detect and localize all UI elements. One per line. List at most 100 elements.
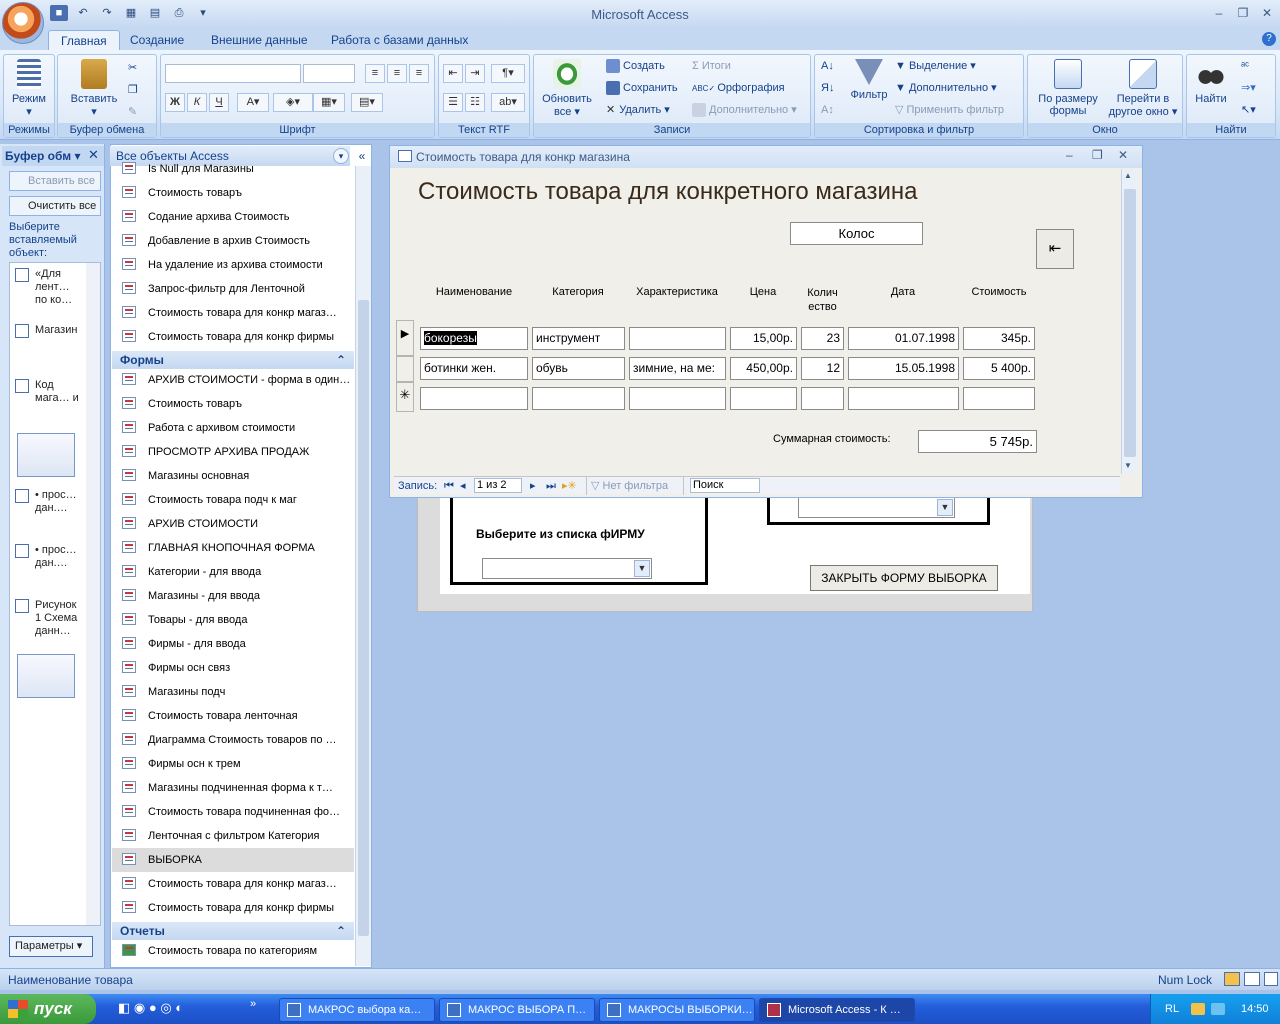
nav-form-item[interactable]: Категории - для ввода — [112, 560, 354, 584]
nav-form-item[interactable]: Работа с архивом стоимости — [112, 416, 354, 440]
prev-record-icon[interactable]: ◂ — [460, 477, 466, 495]
clipboard-thumbnail[interactable] — [17, 654, 75, 698]
record-position-field[interactable]: 1 из 2 — [474, 478, 522, 493]
nav-form-item[interactable]: Магазины подч — [112, 680, 354, 704]
field-qty-new[interactable] — [801, 387, 844, 410]
nav-query-item[interactable]: Стоимость товаръ — [112, 181, 354, 205]
form-view-icon[interactable] — [1224, 972, 1240, 986]
fit-to-form-button[interactable]: По размеру формы — [1032, 57, 1104, 117]
nav-scrollbar[interactable] — [355, 166, 371, 966]
nav-form-item[interactable]: Фирмы - для ввода — [112, 632, 354, 656]
nav-scroll-thumb[interactable] — [358, 300, 369, 936]
office-button[interactable] — [2, 2, 44, 44]
taskbar-button[interactable]: МАКРОС выбора ка… — [279, 998, 435, 1022]
selection-button[interactable]: ▼ Выделение ▾ — [895, 57, 976, 75]
options-button[interactable]: Параметры ▾ — [9, 936, 93, 957]
new-record-button[interactable]: Создать — [606, 57, 665, 75]
filter-button[interactable]: Фильтр — [845, 57, 893, 101]
highlight-icon[interactable]: ab▾ — [491, 93, 525, 112]
field-price[interactable]: 15,00р. — [730, 327, 797, 350]
taskbar-button-active[interactable]: Microsoft Access - К … — [759, 998, 915, 1022]
scroll-thumb[interactable] — [1124, 189, 1136, 457]
field-category[interactable]: инструмент — [532, 327, 625, 350]
paste-button[interactable]: Вставить ▾ — [64, 57, 124, 118]
nav-section-reports[interactable]: Отчеты ⌃ — [112, 922, 354, 940]
exit-form-button[interactable]: ⇤ — [1036, 229, 1074, 269]
totals-button[interactable]: Σ Итоги — [692, 57, 731, 75]
nav-form-item[interactable]: Ленточная с фильтром Категория — [112, 824, 354, 848]
paragraph-icon[interactable]: ¶▾ — [491, 64, 525, 83]
nav-form-item[interactable]: Товары - для ввода — [112, 608, 354, 632]
nav-form-item[interactable]: Стоимость товара для конкр фирмы — [112, 896, 354, 920]
collapse-icon[interactable]: ⌃ — [336, 351, 346, 369]
first-record-icon[interactable]: ⏮ — [444, 477, 454, 495]
bullets-icon[interactable]: ☷ — [465, 93, 485, 112]
nav-form-item[interactable]: Магазины основная — [112, 464, 354, 488]
sort-desc-icon[interactable]: Я↓ — [821, 79, 834, 97]
font-size-combo[interactable] — [303, 64, 355, 83]
nav-report-item[interactable]: Стоимость товара по категориям — [112, 939, 354, 963]
last-record-icon[interactable]: ⏭ — [546, 477, 556, 495]
minimize-icon[interactable]: – — [1208, 6, 1230, 22]
clipboard-scrollbar[interactable] — [86, 263, 100, 925]
nav-form-item[interactable]: ГЛАВНАЯ КНОПОЧНАЯ ФОРМА — [112, 536, 354, 560]
form-scrollbar[interactable]: ▲ ▼ — [1121, 169, 1138, 474]
form-close-icon[interactable]: ✕ — [1118, 148, 1128, 162]
italic-icon[interactable]: К — [187, 93, 207, 112]
field-name[interactable]: ботинки жен. — [420, 357, 528, 380]
shutter-bar-icon[interactable]: « — [353, 146, 371, 166]
quick-launch-more-icon[interactable]: » — [250, 998, 256, 1010]
nav-query-item[interactable]: Is Null для Магазины — [112, 157, 354, 181]
nav-form-item[interactable]: АРХИВ СТОИМОСТИ - форма в один… — [112, 368, 354, 392]
restore-icon[interactable]: ❐ — [1232, 6, 1254, 22]
replace-icon[interactable]: ᵃᶜ — [1241, 57, 1249, 75]
record-selector[interactable] — [396, 356, 414, 382]
more-records-button[interactable]: Дополнительно ▾ — [692, 101, 797, 119]
numbering-icon[interactable]: ☰ — [443, 93, 463, 112]
form-maximize-icon[interactable]: ❐ — [1092, 148, 1103, 162]
record-selector-current[interactable]: ▶ — [396, 320, 414, 356]
clear-sort-icon[interactable]: A↕ — [821, 101, 834, 119]
field-category[interactable]: обувь — [532, 357, 625, 380]
chevron-down-icon[interactable]: ▼ — [634, 560, 650, 577]
nav-form-item[interactable]: Фирмы осн к трем — [112, 752, 354, 776]
field-spec[interactable] — [629, 327, 726, 350]
fill-color-icon[interactable]: ◈▾ — [273, 93, 313, 112]
field-date[interactable]: 01.07.1998 — [848, 327, 959, 350]
nav-form-item[interactable]: Стоимость товара подч к маг — [112, 488, 354, 512]
nav-form-item[interactable]: АРХИВ СТОИМОСТИ — [112, 512, 354, 536]
align-right-icon[interactable]: ≡ — [409, 64, 429, 83]
firm-combo[interactable]: ▼ — [482, 558, 652, 579]
field-price-new[interactable] — [730, 387, 797, 410]
view-button[interactable]: Режим ▾ — [6, 57, 52, 118]
collapse-icon[interactable]: ⌃ — [336, 922, 346, 940]
nav-query-item[interactable]: Добавление в архив Стоимость — [112, 229, 354, 253]
tray-icon[interactable] — [1211, 1003, 1225, 1015]
tab-external-data[interactable]: Внешние данные — [199, 30, 320, 50]
nav-query-item[interactable]: Стоимость товара для конкр фирмы — [112, 325, 354, 349]
font-name-combo[interactable] — [165, 64, 301, 83]
underline-icon[interactable]: Ч — [209, 93, 229, 112]
tab-database-tools[interactable]: Работа с базами данных — [319, 30, 480, 50]
taskbar-button[interactable]: МАКРОС ВЫБОРА П… — [439, 998, 595, 1022]
field-cost[interactable]: 345р. — [963, 327, 1035, 350]
store-name-field[interactable]: Колос — [790, 222, 923, 245]
close-selection-form-button[interactable]: ЗАКРЫТЬ ФОРМУ ВЫБОРКА — [810, 565, 998, 591]
new-record-nav-icon[interactable]: ▸✳ — [562, 477, 577, 495]
field-category-new[interactable] — [532, 387, 625, 410]
help-icon[interactable]: ? — [1262, 32, 1276, 46]
delete-record-button[interactable]: ✕ Удалить ▾ — [606, 101, 670, 119]
field-qty[interactable]: 23 — [801, 327, 844, 350]
nav-form-item[interactable]: Стоимость товаръ — [112, 392, 354, 416]
increase-indent-icon[interactable]: ⇥ — [465, 64, 485, 83]
nav-form-item[interactable]: Магазины подчиненная форма к т… — [112, 776, 354, 800]
clear-all-button[interactable]: Очистить все — [9, 196, 101, 216]
nav-form-item[interactable]: Стоимость товара ленточная — [112, 704, 354, 728]
alt-fill-icon[interactable]: ▤▾ — [351, 93, 383, 112]
nav-query-item[interactable]: Стоимость товара для конкр магаз… — [112, 301, 354, 325]
nav-form-item[interactable]: Фирмы осн связ — [112, 656, 354, 680]
field-cost-new[interactable] — [963, 387, 1035, 410]
nav-form-item[interactable]: Диаграмма Стоимость товаров по … — [112, 728, 354, 752]
close-clipboard-icon[interactable]: ✕ — [88, 147, 99, 163]
tray-icon[interactable] — [1191, 1003, 1205, 1015]
